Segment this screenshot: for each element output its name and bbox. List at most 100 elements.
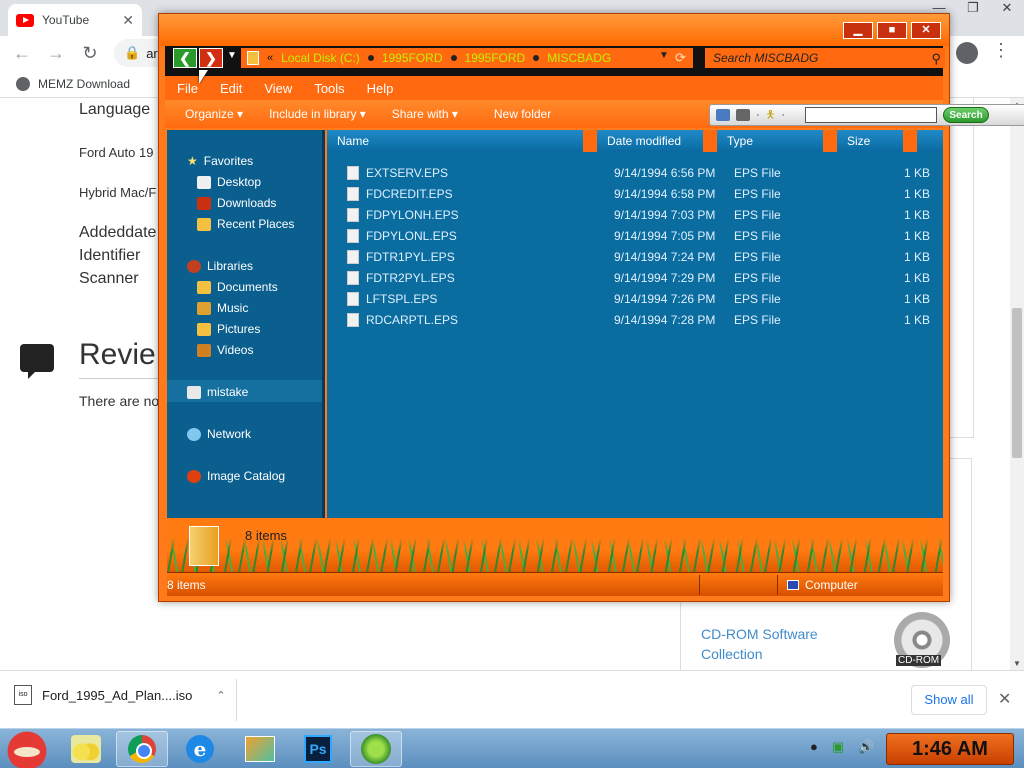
download-item[interactable]: iso Ford_1995_Ad_Plan....iso ⌃ xyxy=(14,685,226,705)
file-row[interactable]: FDPYLONH.EPS 9/14/1994 7:03 PM EPS File … xyxy=(327,204,943,225)
file-date: 9/14/1994 7:03 PM xyxy=(614,207,716,222)
address-dropdown-icon[interactable]: ▼ xyxy=(659,50,669,61)
include-in-library-button[interactable]: Include in library ▾ xyxy=(269,107,366,121)
file-row[interactable]: RDCARPTL.EPS 9/14/1994 7:28 PM EPS File … xyxy=(327,309,943,330)
nav-item-music[interactable]: Music xyxy=(197,301,248,315)
start-button-icon[interactable] xyxy=(4,729,50,768)
status-item-count: 8 items xyxy=(167,578,206,592)
nav-item-label: Recent Places xyxy=(217,217,295,231)
collection-link[interactable]: CD-ROM Software Collection xyxy=(701,624,851,664)
toolbar-printer-icon[interactable] xyxy=(736,109,750,121)
taskbar-photoshop[interactable]: Ps xyxy=(292,731,344,767)
close-button[interactable]: ✕ xyxy=(911,22,941,39)
breadcrumb-separator[interactable] xyxy=(367,55,374,61)
tray-record-icon[interactable]: ● xyxy=(810,739,818,755)
browser-restore-button[interactable]: ❐ xyxy=(956,0,990,18)
taskbar-eggs[interactable] xyxy=(60,731,112,767)
file-size: 1 KB xyxy=(903,207,930,222)
nav-item-videos[interactable]: Videos xyxy=(197,343,253,357)
search-icon[interactable]: ⚲ xyxy=(931,49,941,69)
explorer-titlebar[interactable]: ▁ ■ ✕ xyxy=(159,14,949,46)
toolbar-search-button[interactable]: Search xyxy=(943,107,990,123)
toolbar-person-icon[interactable]: 🯅 xyxy=(766,106,776,125)
recent-locations-chevron-icon[interactable]: ▼ xyxy=(227,50,237,61)
taskbar-paint[interactable] xyxy=(234,731,286,767)
nav-image-catalog[interactable]: Image Catalog xyxy=(187,469,285,483)
close-icon[interactable]: ✕ xyxy=(998,689,1011,709)
organize-button[interactable]: Organize ▾ xyxy=(185,107,243,121)
toolbar-triangle-icon[interactable] xyxy=(716,109,730,121)
tray-volume-icon[interactable]: 🔊 xyxy=(858,739,874,755)
minimize-button[interactable]: ▁ xyxy=(843,22,873,39)
browser-close-button[interactable]: ✕ xyxy=(990,0,1024,18)
forward-arrow-icon[interactable]: ❯ xyxy=(199,48,223,68)
breadcrumb-item[interactable]: Local Disk (C:) xyxy=(281,51,360,65)
search-input[interactable]: Search MISCBADG ⚲ xyxy=(705,48,945,68)
chevron-up-icon[interactable]: ⌃ xyxy=(216,689,225,702)
back-arrow-icon[interactable]: ← xyxy=(12,43,32,64)
share-with-button[interactable]: Share with ▾ xyxy=(392,107,458,121)
nav-item-documents[interactable]: Documents xyxy=(197,280,278,294)
back-arrow-icon[interactable]: ❮ xyxy=(173,48,197,68)
menu-file[interactable]: File xyxy=(177,81,198,96)
toolbar-separator: · xyxy=(781,109,786,121)
file-type: EPS File xyxy=(734,312,781,327)
menu-edit[interactable]: Edit xyxy=(220,81,242,96)
file-row[interactable]: FDCREDIT.EPS 9/14/1994 6:58 PM EPS File … xyxy=(327,183,943,204)
maximize-button[interactable]: ■ xyxy=(877,22,907,39)
nav-item-recent-places[interactable]: Recent Places xyxy=(197,217,294,231)
details-item-count: 8 items xyxy=(245,528,287,543)
nav-libraries[interactable]: Libraries xyxy=(187,259,253,273)
nav-item-downloads[interactable]: Downloads xyxy=(197,196,276,210)
breadcrumb-item[interactable]: 1995FORD xyxy=(465,51,526,65)
file-row[interactable]: FDTR1PYL.EPS 9/14/1994 7:24 PM EPS File … xyxy=(327,246,943,267)
taskbar-explorer[interactable] xyxy=(350,731,402,767)
column-name[interactable]: Name xyxy=(327,130,597,152)
breadcrumb-item[interactable]: MISCBADG xyxy=(547,51,611,65)
breadcrumb-item[interactable]: 1995FORD xyxy=(382,51,443,65)
file-row[interactable]: FDTR2PYL.EPS 9/14/1994 7:29 PM EPS File … xyxy=(327,267,943,288)
bookmark-memz[interactable]: MEMZ Download xyxy=(38,77,130,91)
breadcrumb-separator[interactable] xyxy=(533,55,540,61)
column-date-modified[interactable]: Date modified xyxy=(597,130,717,152)
taskbar-chrome[interactable] xyxy=(116,731,168,767)
file-row[interactable]: LFTSPL.EPS 9/14/1994 7:26 PM EPS File 1 … xyxy=(327,288,943,309)
nav-favorites[interactable]: ★ Favorites xyxy=(187,154,253,168)
toolbar-search-input[interactable] xyxy=(805,107,938,123)
tray-network-icon[interactable]: ▣ xyxy=(832,739,844,755)
page-scrollbar[interactable]: ▲ ▼ xyxy=(1010,98,1024,670)
breadcrumb[interactable]: « Local Disk (C:) 1995FORD 1995FORD MISC… xyxy=(241,48,693,68)
file-row[interactable]: FDPYLONL.EPS 9/14/1994 7:05 PM EPS File … xyxy=(327,225,943,246)
details-pane: 8 items xyxy=(167,518,943,572)
profile-avatar-icon[interactable] xyxy=(956,42,978,64)
file-row[interactable]: EXTSERV.EPS 9/14/1994 6:56 PM EPS File 1… xyxy=(327,162,943,183)
file-date: 9/14/1994 7:24 PM xyxy=(614,249,716,264)
scroll-thumb[interactable] xyxy=(1012,308,1022,458)
forward-arrow-icon[interactable]: → xyxy=(46,43,66,64)
taskbar-ie[interactable]: e xyxy=(174,731,226,767)
column-type[interactable]: Type xyxy=(717,130,837,152)
meta-label-hybrid: Hybrid Mac/F xyxy=(79,185,157,200)
file-date: 9/14/1994 7:05 PM xyxy=(614,228,716,243)
menu-help[interactable]: Help xyxy=(367,81,394,96)
menu-view[interactable]: View xyxy=(264,81,292,96)
tab-close-icon[interactable]: ✕ xyxy=(122,12,134,29)
nav-network[interactable]: Network xyxy=(187,427,251,441)
scroll-down-icon[interactable]: ▼ xyxy=(1010,659,1024,668)
browser-tab[interactable]: YouTube ✕ xyxy=(8,4,142,36)
nav-user[interactable]: mistake xyxy=(187,385,248,399)
column-size[interactable]: Size xyxy=(837,130,917,152)
nav-item-pictures[interactable]: Pictures xyxy=(197,322,260,336)
show-all-button[interactable]: Show all xyxy=(911,685,987,715)
breadcrumb-separator[interactable] xyxy=(450,55,457,61)
taskbar-clock[interactable]: 1:46 AM xyxy=(886,733,1014,765)
chrome-icon xyxy=(128,735,156,763)
nav-item-label: Desktop xyxy=(217,175,262,189)
refresh-icon[interactable]: ⟳ xyxy=(675,50,686,66)
new-folder-button[interactable]: New folder xyxy=(494,107,551,121)
menu-tools[interactable]: Tools xyxy=(314,81,344,96)
chevron-left-icon[interactable]: « xyxy=(267,52,273,64)
nav-item-desktop[interactable]: Desktop xyxy=(197,175,261,189)
browser-menu-icon[interactable]: ⋮ xyxy=(992,40,1010,61)
reload-icon[interactable]: ↻ xyxy=(80,43,100,64)
